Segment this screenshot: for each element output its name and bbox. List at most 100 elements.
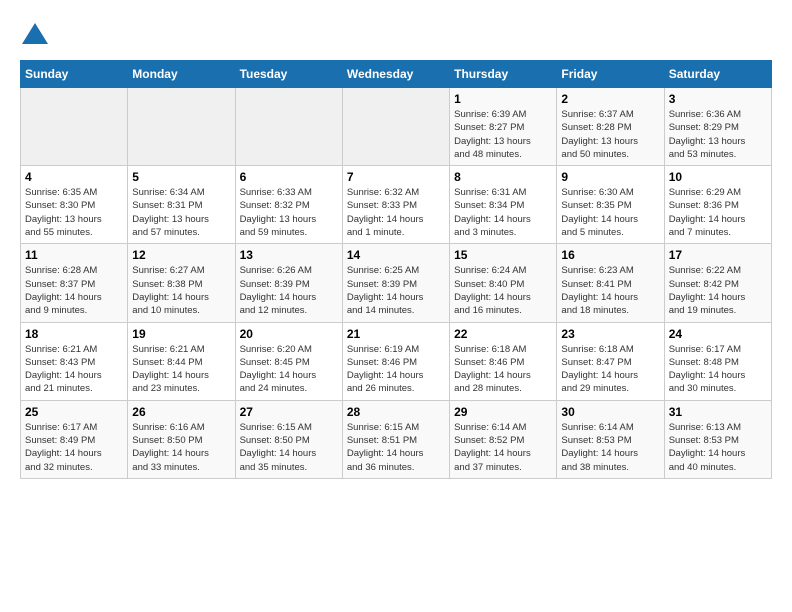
day-number: 2 bbox=[561, 92, 659, 106]
day-number: 18 bbox=[25, 327, 123, 341]
day-number: 7 bbox=[347, 170, 445, 184]
calendar-cell: 15 Sunrise: 6:24 AM Sunset: 8:40 PM Dayli… bbox=[450, 244, 557, 322]
day-info: Sunrise: 6:14 AM Sunset: 8:53 PM Dayligh… bbox=[561, 421, 659, 474]
day-number: 23 bbox=[561, 327, 659, 341]
day-number: 26 bbox=[132, 405, 230, 419]
day-info: Sunrise: 6:13 AM Sunset: 8:53 PM Dayligh… bbox=[669, 421, 767, 474]
day-number: 3 bbox=[669, 92, 767, 106]
day-info: Sunrise: 6:17 AM Sunset: 8:48 PM Dayligh… bbox=[669, 343, 767, 396]
day-info: Sunrise: 6:18 AM Sunset: 8:46 PM Dayligh… bbox=[454, 343, 552, 396]
day-info: Sunrise: 6:30 AM Sunset: 8:35 PM Dayligh… bbox=[561, 186, 659, 239]
calendar-cell bbox=[235, 88, 342, 166]
day-info: Sunrise: 6:32 AM Sunset: 8:33 PM Dayligh… bbox=[347, 186, 445, 239]
calendar-cell: 25 Sunrise: 6:17 AM Sunset: 8:49 PM Dayli… bbox=[21, 400, 128, 478]
day-number: 4 bbox=[25, 170, 123, 184]
day-number: 6 bbox=[240, 170, 338, 184]
weekday-header-wednesday: Wednesday bbox=[342, 61, 449, 88]
day-number: 1 bbox=[454, 92, 552, 106]
calendar-cell: 19 Sunrise: 6:21 AM Sunset: 8:44 PM Dayli… bbox=[128, 322, 235, 400]
calendar-week-row: 4Sunrise: 6:35 AM Sunset: 8:30 PM Daylig… bbox=[21, 166, 772, 244]
calendar-cell: 2 Sunrise: 6:37 AM Sunset: 8:28 PM Daylig… bbox=[557, 88, 664, 166]
day-number: 24 bbox=[669, 327, 767, 341]
calendar-cell: 9 Sunrise: 6:30 AM Sunset: 8:35 PM Daylig… bbox=[557, 166, 664, 244]
calendar-cell: 12 Sunrise: 6:27 AM Sunset: 8:38 PM Dayli… bbox=[128, 244, 235, 322]
day-info: Sunrise: 6:20 AM Sunset: 8:45 PM Dayligh… bbox=[240, 343, 338, 396]
calendar-cell: 8 Sunrise: 6:31 AM Sunset: 8:34 PM Daylig… bbox=[450, 166, 557, 244]
calendar-week-row: 11 Sunrise: 6:28 AM Sunset: 8:37 PM Dayli… bbox=[21, 244, 772, 322]
day-info: Sunrise: 6:36 AM Sunset: 8:29 PM Dayligh… bbox=[669, 108, 767, 161]
calendar-cell: 30 Sunrise: 6:14 AM Sunset: 8:53 PM Dayli… bbox=[557, 400, 664, 478]
calendar-week-row: 25 Sunrise: 6:17 AM Sunset: 8:49 PM Dayli… bbox=[21, 400, 772, 478]
day-info: Sunrise: 6:37 AM Sunset: 8:28 PM Dayligh… bbox=[561, 108, 659, 161]
day-info: Sunrise: 6:21 AM Sunset: 8:43 PM Dayligh… bbox=[25, 343, 123, 396]
day-number: 30 bbox=[561, 405, 659, 419]
day-info: Sunrise: 6:19 AM Sunset: 8:46 PM Dayligh… bbox=[347, 343, 445, 396]
day-info: Sunrise: 6:31 AM Sunset: 8:34 PM Dayligh… bbox=[454, 186, 552, 239]
day-info: Sunrise: 6:23 AM Sunset: 8:41 PM Dayligh… bbox=[561, 264, 659, 317]
day-number: 5 bbox=[132, 170, 230, 184]
day-number: 14 bbox=[347, 248, 445, 262]
day-info: Sunrise: 6:24 AM Sunset: 8:40 PM Dayligh… bbox=[454, 264, 552, 317]
day-info: Sunrise: 6:33 AM Sunset: 8:32 PM Dayligh… bbox=[240, 186, 338, 239]
calendar-cell: 10 Sunrise: 6:29 AM Sunset: 8:36 PM Dayli… bbox=[664, 166, 771, 244]
day-info: Sunrise: 6:27 AM Sunset: 8:38 PM Dayligh… bbox=[132, 264, 230, 317]
day-info: Sunrise: 6:15 AM Sunset: 8:51 PM Dayligh… bbox=[347, 421, 445, 474]
day-number: 11 bbox=[25, 248, 123, 262]
day-number: 17 bbox=[669, 248, 767, 262]
calendar-cell: 11 Sunrise: 6:28 AM Sunset: 8:37 PM Dayli… bbox=[21, 244, 128, 322]
calendar-body: 1 Sunrise: 6:39 AM Sunset: 8:27 PM Daylig… bbox=[21, 88, 772, 479]
day-number: 28 bbox=[347, 405, 445, 419]
calendar-cell: 16 Sunrise: 6:23 AM Sunset: 8:41 PM Dayli… bbox=[557, 244, 664, 322]
calendar-cell: 20Sunrise: 6:20 AM Sunset: 8:45 PM Dayli… bbox=[235, 322, 342, 400]
calendar-cell: 27Sunrise: 6:15 AM Sunset: 8:50 PM Dayli… bbox=[235, 400, 342, 478]
day-info: Sunrise: 6:26 AM Sunset: 8:39 PM Dayligh… bbox=[240, 264, 338, 317]
day-info: Sunrise: 6:14 AM Sunset: 8:52 PM Dayligh… bbox=[454, 421, 552, 474]
day-number: 25 bbox=[25, 405, 123, 419]
day-number: 9 bbox=[561, 170, 659, 184]
day-number: 31 bbox=[669, 405, 767, 419]
calendar-cell: 13 Sunrise: 6:26 AM Sunset: 8:39 PM Dayli… bbox=[235, 244, 342, 322]
day-info: Sunrise: 6:28 AM Sunset: 8:37 PM Dayligh… bbox=[25, 264, 123, 317]
calendar-cell: 1 Sunrise: 6:39 AM Sunset: 8:27 PM Daylig… bbox=[450, 88, 557, 166]
calendar-week-row: 18 Sunrise: 6:21 AM Sunset: 8:43 PM Dayli… bbox=[21, 322, 772, 400]
day-number: 8 bbox=[454, 170, 552, 184]
page-header bbox=[20, 20, 772, 50]
day-info: Sunrise: 6:39 AM Sunset: 8:27 PM Dayligh… bbox=[454, 108, 552, 161]
calendar-cell: 14 Sunrise: 6:25 AM Sunset: 8:39 PM Dayli… bbox=[342, 244, 449, 322]
calendar-cell: 7 Sunrise: 6:32 AM Sunset: 8:33 PM Daylig… bbox=[342, 166, 449, 244]
calendar-cell: 17Sunrise: 6:22 AM Sunset: 8:42 PM Dayli… bbox=[664, 244, 771, 322]
day-info: Sunrise: 6:29 AM Sunset: 8:36 PM Dayligh… bbox=[669, 186, 767, 239]
day-number: 10 bbox=[669, 170, 767, 184]
weekday-header-row: SundayMondayTuesdayWednesdayThursdayFrid… bbox=[21, 61, 772, 88]
calendar-cell bbox=[342, 88, 449, 166]
day-info: Sunrise: 6:18 AM Sunset: 8:47 PM Dayligh… bbox=[561, 343, 659, 396]
logo bbox=[20, 20, 54, 50]
day-number: 22 bbox=[454, 327, 552, 341]
calendar-cell: 31 Sunrise: 6:13 AM Sunset: 8:53 PM Dayli… bbox=[664, 400, 771, 478]
calendar-week-row: 1 Sunrise: 6:39 AM Sunset: 8:27 PM Daylig… bbox=[21, 88, 772, 166]
day-number: 15 bbox=[454, 248, 552, 262]
calendar-cell bbox=[21, 88, 128, 166]
day-number: 12 bbox=[132, 248, 230, 262]
day-info: Sunrise: 6:21 AM Sunset: 8:44 PM Dayligh… bbox=[132, 343, 230, 396]
day-number: 13 bbox=[240, 248, 338, 262]
weekday-header-friday: Friday bbox=[557, 61, 664, 88]
calendar-cell: 3 Sunrise: 6:36 AM Sunset: 8:29 PM Daylig… bbox=[664, 88, 771, 166]
calendar-cell: 22 Sunrise: 6:18 AM Sunset: 8:46 PM Dayli… bbox=[450, 322, 557, 400]
calendar-cell: 23 Sunrise: 6:18 AM Sunset: 8:47 PM Dayli… bbox=[557, 322, 664, 400]
day-number: 19 bbox=[132, 327, 230, 341]
weekday-header-sunday: Sunday bbox=[21, 61, 128, 88]
calendar-header: SundayMondayTuesdayWednesdayThursdayFrid… bbox=[21, 61, 772, 88]
weekday-header-thursday: Thursday bbox=[450, 61, 557, 88]
calendar-cell: 6 Sunrise: 6:33 AM Sunset: 8:32 PM Daylig… bbox=[235, 166, 342, 244]
day-number: 16 bbox=[561, 248, 659, 262]
weekday-header-saturday: Saturday bbox=[664, 61, 771, 88]
calendar-cell: 26Sunrise: 6:16 AM Sunset: 8:50 PM Dayli… bbox=[128, 400, 235, 478]
day-info: Sunrise: 6:17 AM Sunset: 8:49 PM Dayligh… bbox=[25, 421, 123, 474]
calendar-cell: 28 Sunrise: 6:15 AM Sunset: 8:51 PM Dayli… bbox=[342, 400, 449, 478]
day-info: Sunrise: 6:25 AM Sunset: 8:39 PM Dayligh… bbox=[347, 264, 445, 317]
calendar-table: SundayMondayTuesdayWednesdayThursdayFrid… bbox=[20, 60, 772, 479]
calendar-cell: 24 Sunrise: 6:17 AM Sunset: 8:48 PM Dayli… bbox=[664, 322, 771, 400]
logo-icon bbox=[20, 20, 50, 50]
day-info: Sunrise: 6:15 AM Sunset: 8:50 PM Dayligh… bbox=[240, 421, 338, 474]
